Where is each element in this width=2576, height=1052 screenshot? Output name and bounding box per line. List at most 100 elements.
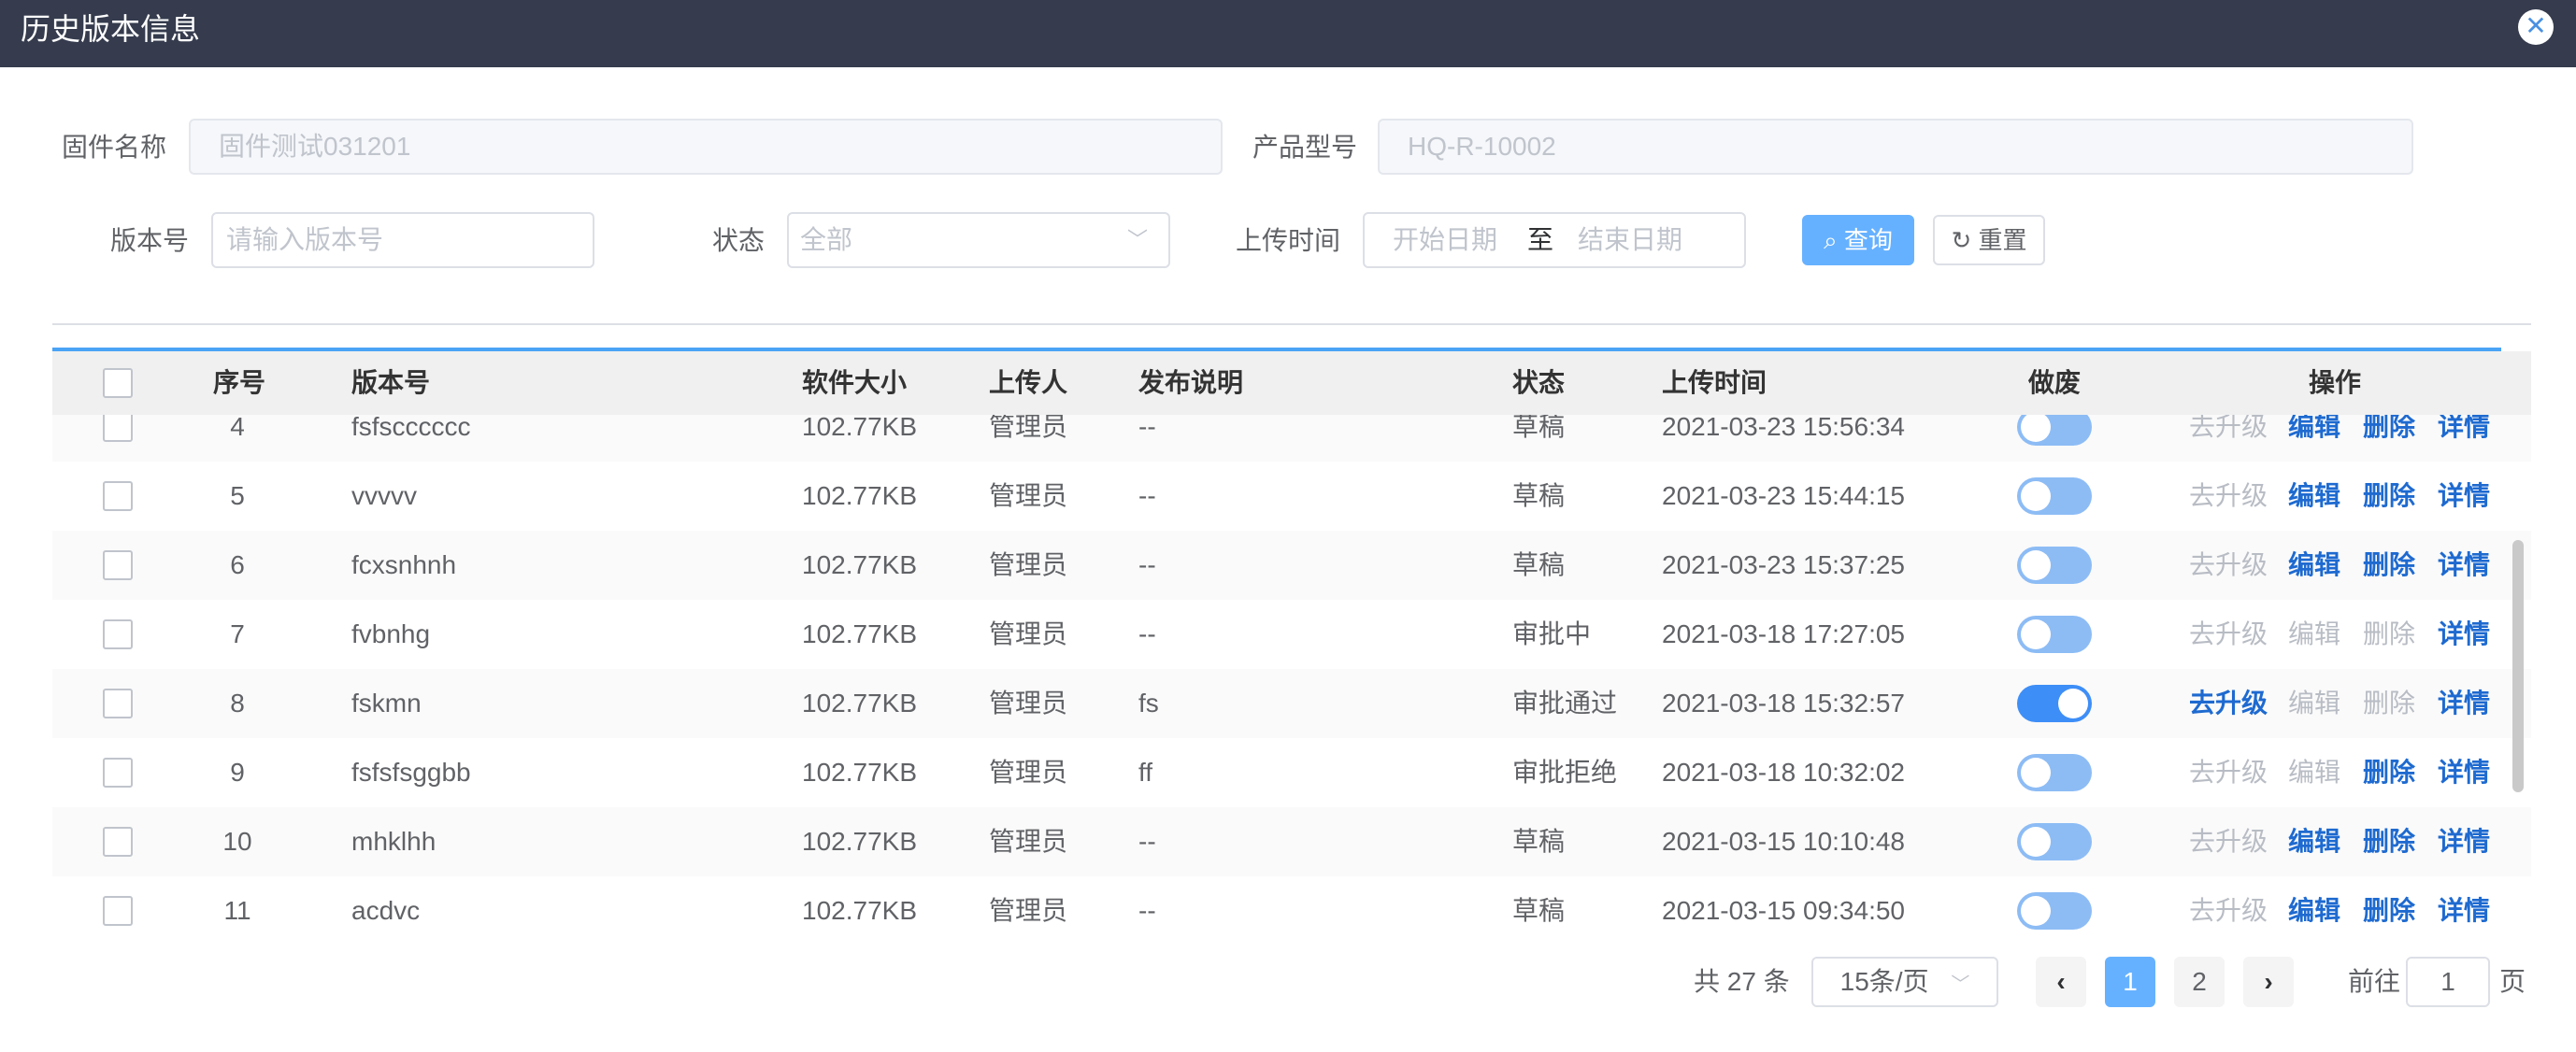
upload-time-label: 上传时间 (1236, 226, 1341, 255)
product-model-value: HQ-R-10002 (1408, 132, 1556, 161)
cell-index: 8 (230, 689, 245, 718)
delete-link[interactable]: 删除 (2363, 462, 2415, 531)
row-checkbox[interactable] (103, 689, 133, 718)
status-select[interactable]: 全部 ﹀ (787, 212, 1170, 268)
delete-link[interactable]: 删除 (2363, 738, 2415, 807)
delete-link[interactable]: 删除 (2363, 876, 2415, 942)
toggle-knob (2021, 758, 2051, 788)
cell-uploader: 管理员 (989, 689, 1068, 718)
goto-page-input[interactable]: 1 (2406, 957, 2490, 1007)
start-date-input[interactable]: 开始日期 (1393, 214, 1497, 266)
delete-link[interactable]: 删除 (2363, 531, 2415, 600)
page-1-button[interactable]: 1 (2105, 957, 2155, 1007)
row-checkbox[interactable] (103, 896, 133, 926)
cell-upload-time: 2021-03-18 17:27:05 (1662, 619, 1905, 648)
cell-index: 7 (230, 619, 245, 648)
header-version: 版本号 (351, 368, 431, 397)
range-separator: 至 (1527, 225, 1554, 254)
details-link[interactable]: 详情 (2438, 462, 2490, 531)
toggle-knob (2058, 689, 2088, 718)
details-link[interactable]: 详情 (2438, 600, 2490, 669)
table-row: 8 fskmn 102.77KB 管理员 fs 审批通过 2021-03-18 15:32:… (52, 669, 2531, 740)
chevron-left-icon: ‹ (2056, 967, 2066, 996)
edit-link[interactable]: 编辑 (2288, 531, 2340, 600)
details-link[interactable]: 详情 (2438, 807, 2490, 876)
details-link[interactable]: 详情 (2438, 876, 2490, 942)
row-checkbox[interactable] (103, 481, 133, 511)
edit-link: 编辑 (2288, 689, 2341, 718)
row-checkbox[interactable] (103, 415, 133, 442)
table-row: 4 fsfscccccc 102.77KB 管理员 -- 草稿 2021-03-23 15:… (52, 415, 2531, 463)
status-label: 状态 (712, 226, 766, 255)
cell-notes: -- (1138, 415, 1156, 441)
table-scrollbar[interactable] (2512, 540, 2524, 792)
cell-notes: -- (1138, 481, 1156, 510)
page-size-select[interactable]: 15条/页 ﹀ (1811, 957, 1998, 1007)
page-2-button[interactable]: 2 (2174, 957, 2225, 1007)
cell-version: fsfscccccc (351, 415, 471, 441)
void-toggle[interactable] (2017, 616, 2092, 653)
prev-page-button[interactable]: ‹ (2036, 957, 2086, 1007)
details-link[interactable]: 详情 (2438, 415, 2490, 462)
void-toggle[interactable] (2017, 415, 2092, 446)
row-checkbox[interactable] (103, 550, 133, 580)
row-checkbox[interactable] (103, 758, 133, 788)
cell-notes: -- (1138, 896, 1156, 925)
details-link[interactable]: 详情 (2438, 738, 2490, 807)
table-body: 4 fsfscccccc 102.77KB 管理员 -- 草稿 2021-03-23 15:… (52, 415, 2531, 942)
search-button[interactable]: ⌕ 查询 (1802, 215, 1914, 265)
date-range-picker[interactable]: 开始日期 至 结束日期 (1363, 212, 1746, 268)
cell-size: 102.77KB (802, 619, 917, 648)
cell-size: 102.77KB (802, 758, 917, 787)
table-row: 6 fcxsnhnh 102.77KB 管理员 -- 草稿 2021-03-23 15:37… (52, 531, 2531, 602)
void-toggle[interactable] (2017, 823, 2092, 860)
cell-index: 6 (230, 550, 245, 579)
void-toggle[interactable] (2017, 547, 2092, 584)
upgrade-link[interactable]: 去升级 (2189, 669, 2268, 738)
next-page-button[interactable]: › (2243, 957, 2294, 1007)
cell-version: fvbnhg (351, 619, 431, 648)
delete-link[interactable]: 删除 (2363, 807, 2415, 876)
cell-notes: -- (1138, 619, 1156, 648)
cell-notes: fs (1138, 689, 1159, 718)
reset-button[interactable]: ↻ 重置 (1933, 215, 2045, 265)
cell-uploader: 管理员 (989, 550, 1068, 579)
cell-version: fcxsnhnh (351, 550, 457, 579)
edit-link[interactable]: 编辑 (2288, 462, 2340, 531)
end-date-input[interactable]: 结束日期 (1578, 214, 1682, 266)
cell-uploader: 管理员 (989, 827, 1068, 856)
details-link[interactable]: 详情 (2438, 531, 2490, 600)
void-toggle[interactable] (2017, 754, 2092, 791)
dialog-header: 历史版本信息 ✕ (0, 0, 2576, 67)
cell-size: 102.77KB (802, 550, 917, 579)
cell-status: 审批拒绝 (1512, 758, 1618, 787)
chevron-down-icon: ﹀ (1951, 974, 1970, 995)
void-toggle[interactable] (2017, 892, 2092, 930)
void-toggle[interactable] (2017, 685, 2092, 722)
header-void: 做废 (2028, 368, 2082, 397)
upgrade-link: 去升级 (2189, 415, 2268, 441)
row-checkbox[interactable] (103, 827, 133, 857)
delete-link[interactable]: 删除 (2363, 415, 2415, 462)
cell-upload-time: 2021-03-18 15:32:57 (1662, 689, 1905, 718)
close-icon[interactable]: ✕ (2518, 9, 2554, 45)
cell-status: 审批中 (1512, 619, 1592, 648)
firmware-name-value: 固件测试031201 (219, 132, 411, 161)
details-link[interactable]: 详情 (2438, 669, 2490, 738)
version-input[interactable]: 请输入版本号 (211, 212, 594, 268)
edit-link[interactable]: 编辑 (2288, 415, 2340, 462)
edit-link[interactable]: 编辑 (2288, 807, 2340, 876)
toggle-knob (2021, 481, 2051, 511)
cell-upload-time: 2021-03-23 15:37:25 (1662, 550, 1905, 579)
select-all-checkbox[interactable] (103, 368, 133, 398)
row-checkbox[interactable] (103, 619, 133, 649)
edit-link[interactable]: 编辑 (2288, 876, 2340, 942)
cell-notes: -- (1138, 550, 1156, 579)
cell-version: mhklhh (351, 827, 436, 856)
edit-link: 编辑 (2288, 758, 2341, 787)
product-model-label: 产品型号 (1252, 133, 1358, 162)
cell-upload-time: 2021-03-18 10:32:02 (1662, 758, 1905, 787)
version-placeholder: 请输入版本号 (226, 225, 384, 254)
cell-upload-time: 2021-03-23 15:44:15 (1662, 481, 1905, 510)
void-toggle[interactable] (2017, 477, 2092, 515)
